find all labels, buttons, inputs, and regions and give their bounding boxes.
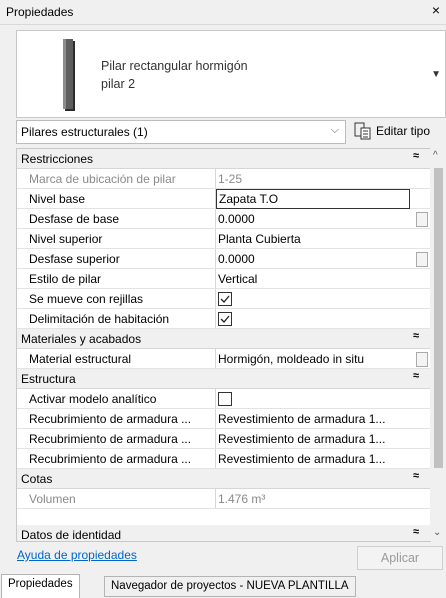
scroll-up-icon[interactable]: ^ bbox=[433, 150, 438, 161]
property-value: Zapata T.O bbox=[219, 192, 279, 206]
property-row: Material estructural Hormigón, moldeado … bbox=[17, 349, 431, 369]
property-row: Delimitación de habitación bbox=[17, 309, 431, 329]
property-row: Recubrimiento de armadura ... Revestimie… bbox=[17, 429, 431, 449]
vertical-scrollbar[interactable]: ^ ⌄ bbox=[430, 148, 446, 540]
base-level-field[interactable]: Zapata T.O bbox=[216, 189, 410, 209]
property-value: Planta Cubierta bbox=[218, 232, 301, 246]
chevron-down-icon: ⌵ bbox=[330, 124, 339, 136]
collapse-icon[interactable]: ≈ bbox=[413, 526, 419, 538]
property-name: Volumen bbox=[29, 492, 76, 506]
section-title: Restricciones bbox=[21, 152, 94, 166]
checkbox-unchecked[interactable] bbox=[218, 392, 232, 406]
property-name: Recubrimiento de armadura ... bbox=[29, 432, 192, 446]
property-row: Nivel base Zapata T.O bbox=[17, 189, 431, 209]
property-value-cell[interactable]: Revestimiento de armadura 1... bbox=[215, 429, 431, 448]
section-cotas[interactable]: Cotas ≈ bbox=[17, 469, 431, 489]
browse-button[interactable] bbox=[416, 352, 428, 367]
property-value: 0.0000 bbox=[218, 252, 255, 266]
collapse-icon[interactable]: ≈ bbox=[413, 150, 419, 162]
filter-bar: Pilares estructurales (1) ⌵ Editar tipo bbox=[16, 120, 444, 144]
collapse-icon[interactable]: ≈ bbox=[413, 470, 419, 482]
collapse-icon[interactable]: ≈ bbox=[413, 370, 419, 382]
section-materiales[interactable]: Materiales y acabados ≈ bbox=[17, 329, 431, 349]
property-row: Estilo de pilar Vertical bbox=[17, 269, 431, 289]
property-name: Se mueve con rejillas bbox=[29, 292, 144, 306]
property-row: Se mueve con rejillas bbox=[17, 289, 431, 309]
type-label: pilar 2 bbox=[101, 77, 136, 91]
properties-help-link[interactable]: Ayuda de propiedades bbox=[17, 548, 137, 562]
property-name: Recubrimiento de armadura ... bbox=[29, 452, 192, 466]
property-value-cell[interactable]: 0.0000 bbox=[215, 249, 431, 268]
property-name: Activar modelo analítico bbox=[29, 392, 157, 406]
property-value-cell: 1.476 m³ bbox=[215, 489, 431, 508]
edit-type-label: Editar tipo bbox=[376, 124, 431, 138]
type-name: Pilar rectangular hormigón pilar 2 bbox=[101, 57, 248, 93]
property-row: Desfase de base 0.0000 bbox=[17, 209, 431, 229]
checkbox-checked[interactable] bbox=[218, 312, 232, 326]
property-value-cell[interactable]: Revestimiento de armadura 1... bbox=[215, 449, 431, 468]
property-value-cell[interactable]: Zapata T.O bbox=[215, 189, 431, 209]
section-title: Estructura bbox=[21, 372, 76, 386]
property-value: Hormigón, moldeado in situ bbox=[218, 352, 365, 366]
property-row: Marca de ubicación de pilar 1-25 bbox=[17, 169, 431, 189]
close-icon[interactable]: × bbox=[432, 3, 440, 17]
property-value: Revestimiento de armadura 1... bbox=[218, 432, 386, 446]
property-row: Activar modelo analítico bbox=[17, 389, 431, 409]
scroll-down-icon[interactable]: ⌄ bbox=[433, 527, 441, 538]
property-value-cell[interactable]: Vertical bbox=[215, 269, 431, 288]
footer-bar: Ayuda de propiedades Aplicar bbox=[0, 540, 446, 572]
property-name: Material estructural bbox=[29, 352, 132, 366]
edit-type-button[interactable]: Editar tipo bbox=[354, 120, 444, 142]
collapse-icon[interactable]: ≈ bbox=[413, 330, 419, 342]
property-row: Recubrimiento de armadura ... Revestimie… bbox=[17, 409, 431, 429]
section-title: Materiales y acabados bbox=[21, 332, 142, 346]
property-value-cell bbox=[215, 389, 431, 408]
section-title: Cotas bbox=[21, 472, 53, 486]
property-value-cell[interactable]: 0.0000 bbox=[215, 209, 431, 228]
property-name: Marca de ubicación de pilar bbox=[29, 172, 176, 186]
category-filter-select[interactable]: Pilares estructurales (1) ⌵ bbox=[16, 120, 346, 144]
category-filter-value: Pilares estructurales (1) bbox=[21, 125, 148, 139]
type-selector[interactable]: Pilar rectangular hormigón pilar 2 ▼ bbox=[16, 30, 446, 118]
panel-tabs: Propiedades Navegador de proyectos - NUE… bbox=[0, 574, 446, 598]
property-name: Desfase superior bbox=[29, 252, 120, 266]
property-value-cell[interactable]: Planta Cubierta bbox=[215, 229, 431, 248]
property-value-cell[interactable]: Hormigón, moldeado in situ bbox=[215, 349, 431, 368]
spinner-control[interactable] bbox=[416, 212, 428, 227]
property-value: Revestimiento de armadura 1... bbox=[218, 452, 386, 466]
property-row: Desfase superior 0.0000 bbox=[17, 249, 431, 269]
property-value: 0.0000 bbox=[218, 212, 255, 226]
apply-button[interactable]: Aplicar bbox=[357, 546, 443, 570]
checkbox-checked[interactable] bbox=[218, 292, 232, 306]
property-name: Nivel superior bbox=[29, 232, 103, 246]
property-value: Revestimiento de armadura 1... bbox=[218, 412, 386, 426]
property-name: Nivel base bbox=[29, 192, 86, 206]
edit-type-icon bbox=[354, 122, 372, 140]
window-title: Propiedades bbox=[6, 5, 74, 19]
section-estructura[interactable]: Estructura ≈ bbox=[17, 369, 431, 389]
property-value: 1-25 bbox=[218, 172, 243, 186]
property-value-cell bbox=[215, 309, 431, 328]
section-restricciones[interactable]: Restricciones ≈ bbox=[17, 149, 431, 169]
property-row: Nivel superior Planta Cubierta bbox=[17, 229, 431, 249]
tab-navegador-proyectos[interactable]: Navegador de proyectos - NUEVA PLANTILLA bbox=[104, 576, 356, 597]
property-name: Delimitación de habitación bbox=[29, 312, 170, 326]
property-row: Recubrimiento de armadura ... Revestimie… bbox=[17, 449, 431, 469]
dropdown-arrow-icon[interactable]: ▼ bbox=[431, 69, 441, 80]
property-name: Estilo de pilar bbox=[29, 272, 102, 286]
property-value-cell bbox=[215, 289, 431, 308]
scrollbar-thumb[interactable] bbox=[434, 168, 443, 468]
property-value: 1.476 m³ bbox=[218, 492, 266, 506]
property-name: Recubrimiento de armadura ... bbox=[29, 412, 192, 426]
property-row: Volumen 1.476 m³ bbox=[17, 489, 431, 509]
property-name: Desfase de base bbox=[29, 212, 120, 226]
family-name: Pilar rectangular hormigón bbox=[101, 59, 248, 73]
property-value-cell[interactable]: Revestimiento de armadura 1... bbox=[215, 409, 431, 428]
properties-grid: Restricciones ≈ Marca de ubicación de pi… bbox=[16, 148, 431, 542]
tab-propiedades[interactable]: Propiedades bbox=[1, 574, 80, 598]
property-value-cell: 1-25 bbox=[215, 169, 431, 188]
property-value: Vertical bbox=[218, 272, 258, 286]
title-bar: Propiedades × bbox=[0, 0, 446, 25]
spinner-control[interactable] bbox=[416, 252, 428, 267]
